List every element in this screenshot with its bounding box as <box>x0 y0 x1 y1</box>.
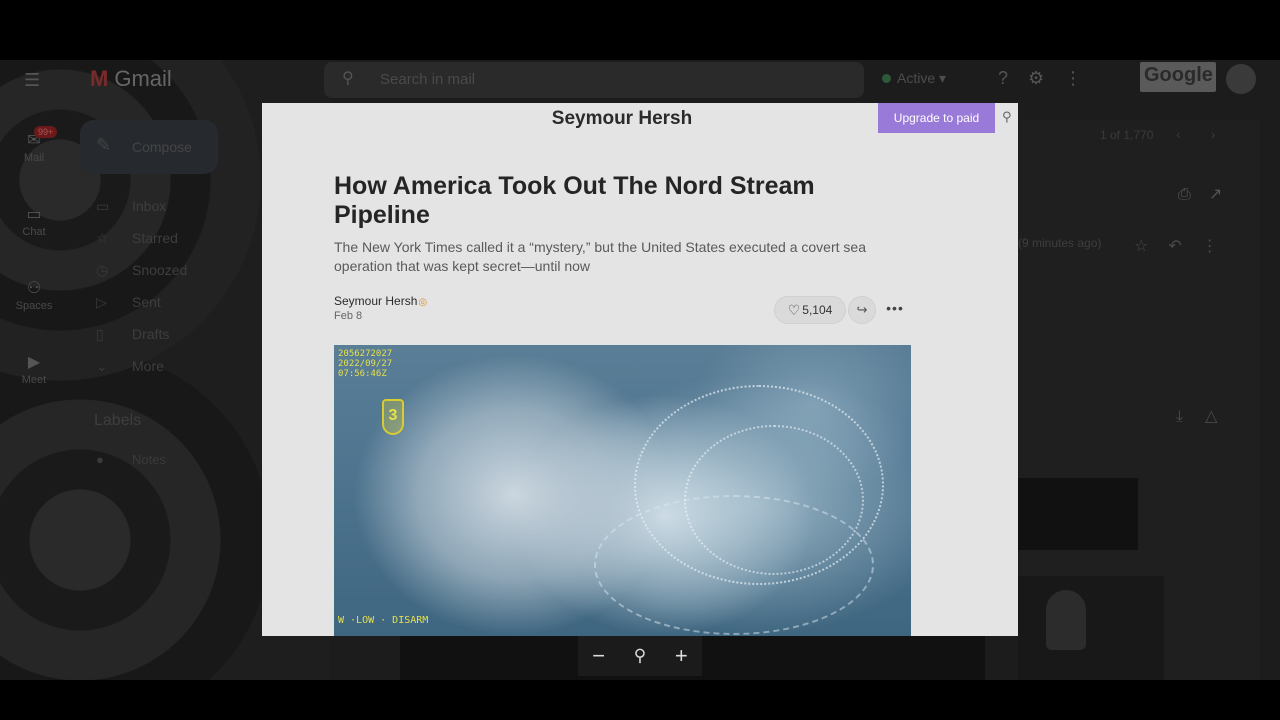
status-selector[interactable]: Active ▾ <box>882 70 946 87</box>
person-silhouette <box>1046 590 1086 650</box>
star-icon[interactable]: ☆ <box>1134 238 1168 255</box>
rail-item-chat[interactable]: ▭ Chat <box>10 204 58 238</box>
apps-grid-icon[interactable]: ⋮ <box>1064 68 1102 88</box>
chevron-left-icon[interactable]: ‹ <box>1176 126 1211 142</box>
article-hero-image: 2056272027 2022/09/27 07:56:46Z 3 W ·LOW… <box>334 345 911 636</box>
search-placeholder: Search in mail <box>380 71 476 88</box>
send-icon: ▷ <box>96 294 107 310</box>
article-subtitle: The New York Times called it a “mystery,… <box>334 239 866 274</box>
zoom-out-button[interactable]: − <box>584 643 614 669</box>
nav-item-inbox[interactable]: ▭ Inbox <box>96 198 187 230</box>
compose-button[interactable]: ✎ Compose <box>80 120 218 174</box>
app-rail: ✉ Mail 99+ ▭ Chat ⚇ Spaces ▶ Meet <box>10 126 58 426</box>
gmail-logo[interactable]: M Gmail <box>90 66 172 92</box>
print-icon[interactable]: ⎙ <box>1178 186 1209 203</box>
share-icon: ↪ <box>856 302 868 317</box>
status-dot-icon <box>882 74 891 83</box>
attachment-actions: ⤓△ <box>1176 406 1239 426</box>
label-icon: ● <box>96 452 104 467</box>
military-emblem-icon: 3 <box>382 399 404 435</box>
inbox-icon: ▭ <box>96 198 110 214</box>
upgrade-to-paid-button[interactable]: Upgrade to paid <box>878 103 995 133</box>
reply-icon[interactable]: ↶ <box>1168 238 1201 255</box>
nav-item-more[interactable]: ⌄ More <box>96 358 187 390</box>
header-icons: ?⚙⋮ <box>998 68 1102 89</box>
nav-item-drafts[interactable]: ▯ Drafts <box>96 326 187 358</box>
label-item-notes[interactable]: ● Notes <box>96 452 166 467</box>
author-name[interactable]: Seymour Hersh◎ <box>334 294 427 308</box>
verified-badge-icon: ◎ <box>418 297 428 308</box>
labels-heading: Labels <box>94 412 142 429</box>
mail-count-badge: 99+ <box>34 126 58 138</box>
google-account-logo[interactable]: Google <box>1140 62 1216 92</box>
zoom-magnifier-icon[interactable]: ⚲ <box>625 646 655 666</box>
draft-icon: ▯ <box>96 326 104 342</box>
avatar[interactable] <box>1226 64 1256 94</box>
rail-item-meet[interactable]: ▶ Meet <box>10 352 58 386</box>
more-vert-icon[interactable]: ⋮ <box>1202 238 1238 255</box>
gmail-m-icon: M <box>90 66 109 91</box>
zoom-in-button[interactable]: + <box>666 643 696 669</box>
publication-name[interactable]: Seymour Hersh <box>262 108 982 130</box>
foam-ring <box>594 495 874 635</box>
help-icon[interactable]: ? <box>998 68 1028 88</box>
search-icon[interactable]: ⚲ <box>1002 109 1018 125</box>
nav-item-starred[interactable]: ☆ Starred <box>96 230 187 262</box>
chat-icon: ▭ <box>26 206 42 223</box>
mail-nav: ▭ Inbox ☆ Starred ◷ Snoozed ▷ Sent ▯ Drafts ⌄… <box>96 198 187 390</box>
chevron-down-icon: ⌄ <box>96 358 108 374</box>
open-in-new-icon[interactable]: ↗ <box>1209 186 1240 203</box>
spaces-icon: ⚇ <box>26 280 42 297</box>
heart-icon: ♡ <box>787 301 801 318</box>
pencil-icon: ✎ <box>96 135 112 155</box>
email-image-thumbnail <box>1018 478 1138 550</box>
image-overlay-text: 2056272027 2022/09/27 07:56:46Z <box>338 349 393 379</box>
menu-icon[interactable]: ☰ <box>24 70 44 91</box>
meet-icon: ▶ <box>27 354 41 371</box>
clock-icon: ◷ <box>96 262 109 278</box>
gear-icon[interactable]: ⚙ <box>1028 68 1064 88</box>
article-modal: Seymour Hersh Upgrade to paid ⚲ How Amer… <box>262 103 1018 636</box>
star-icon: ☆ <box>96 230 109 246</box>
like-button[interactable]: ♡ 5,104 <box>774 296 846 324</box>
rail-item-spaces[interactable]: ⚇ Spaces <box>10 278 58 312</box>
zoom-toolbar: − ⚲ + <box>578 636 702 676</box>
share-button[interactable]: ↪ <box>848 296 876 324</box>
gmail-header: ☰ M Gmail ⚲ Search in mail Active ▾ ?⚙⋮ G… <box>0 60 1280 100</box>
nav-item-snoozed[interactable]: ◷ Snoozed <box>96 262 187 294</box>
pagination-arrows: ‹› <box>1176 126 1245 142</box>
chevron-right-icon[interactable]: › <box>1211 126 1246 142</box>
search-icon[interactable]: ⚲ <box>342 68 354 88</box>
article-title: How America Took Out The Nord Stream Pip… <box>334 172 815 229</box>
print-open-icons: ⎙↗ <box>1178 184 1240 204</box>
gmail-search-bar[interactable]: ⚲ Search in mail <box>324 62 864 98</box>
download-icon[interactable]: ⤓ <box>1176 408 1205 425</box>
more-options-button[interactable]: ••• <box>882 300 908 320</box>
rail-item-mail[interactable]: ✉ Mail 99+ <box>10 126 58 164</box>
like-count: 5,104 <box>802 303 833 317</box>
pagination-count: 1 of 1,770 <box>1100 128 1154 142</box>
drive-add-icon[interactable]: △ <box>1205 408 1239 425</box>
message-actions: ☆↶⋮ <box>1134 236 1238 256</box>
nav-item-sent[interactable]: ▷ Sent <box>96 294 187 326</box>
more-horiz-icon: ••• <box>886 300 904 316</box>
publish-date: Feb 8 <box>334 310 363 322</box>
image-overlay-status: W ·LOW · DISARM <box>338 615 429 626</box>
email-timestamp: (9 minutes ago) <box>1018 236 1102 250</box>
email-portrait-thumbnail <box>1018 576 1164 680</box>
